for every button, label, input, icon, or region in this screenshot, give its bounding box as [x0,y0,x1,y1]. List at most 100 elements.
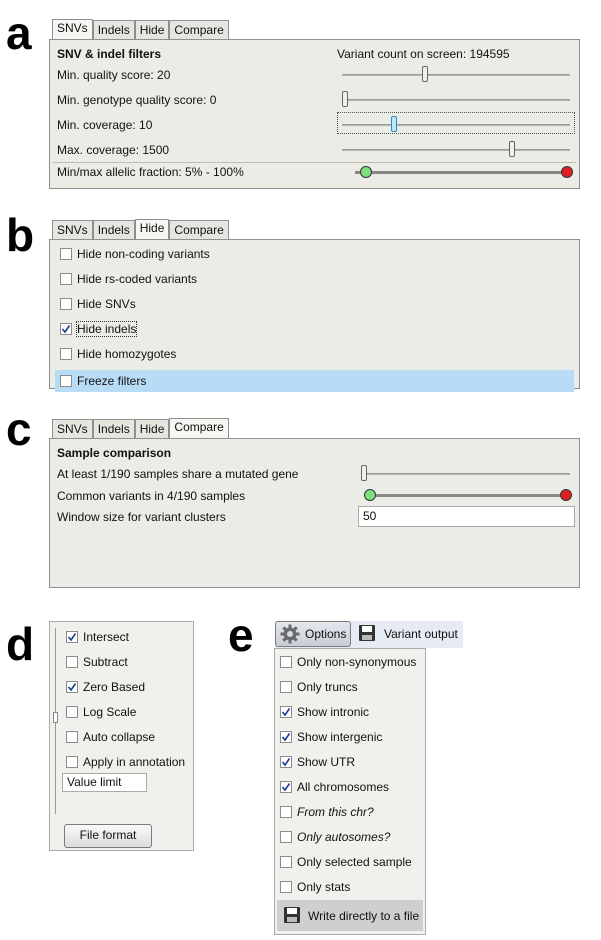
option-label: Only autosomes? [297,830,391,844]
option-checkbox[interactable] [60,348,72,360]
snv-indel-filters-heading: SNV & indel filters [57,47,162,61]
option-label: Intersect [83,630,130,644]
min-coverage-slider-thumb[interactable] [390,116,397,132]
option-label: Only stats [297,880,351,894]
allelic-fraction-min-handle[interactable] [359,166,372,178]
option-checkbox[interactable] [280,731,292,743]
option-checkbox[interactable] [60,298,72,310]
tab-hide[interactable]: Hide [134,20,170,39]
option-checkbox[interactable] [280,856,292,868]
gear-icon [280,624,300,644]
window-size-input[interactable]: 50 [358,506,575,527]
max-coverage-slider-thumb[interactable] [508,141,515,157]
tab-snvs[interactable]: SNVs [52,19,93,39]
allelic-fraction-label: Min/max allelic fraction: 5% - 100% [57,165,244,179]
min-coverage-label: Min. coverage: 10 [57,118,153,132]
panel-letter-d: d [6,618,35,670]
min-genotype-quality-slider-thumb[interactable] [342,91,348,107]
option-label: Hide rs-coded variants [77,272,198,286]
option-checkbox[interactable] [280,806,292,818]
shared-gene-slider-track[interactable] [362,473,570,475]
options-button-label: Options [305,627,347,641]
divider [53,162,576,163]
check-mark-icon [61,325,71,334]
option-label: Zero Based [83,680,146,694]
panel-a-tabbar: SNVs Indels Hide Compare [52,19,229,39]
tab-compare[interactable]: Compare [169,220,229,239]
tab-indels[interactable]: Indels [92,220,135,239]
option-checkbox[interactable] [60,273,72,285]
tab-hide[interactable]: Hide [134,219,170,239]
panel-letter-a: a [6,7,32,59]
option-checkbox[interactable] [66,656,78,668]
sample-comparison-heading: Sample comparison [57,446,172,460]
option-label: From this chr? [297,805,374,819]
option-label: Freeze filters [77,374,147,388]
option-checkbox[interactable] [66,681,78,693]
tab-compare[interactable]: Compare [169,418,229,438]
option-checkbox[interactable] [60,323,72,335]
write-file-label: Write directly to a file [308,909,420,923]
min-quality-slider-thumb[interactable] [421,66,428,82]
option-checkbox[interactable] [66,706,78,718]
option-label: Hide SNVs [77,297,136,311]
option-label: All chromosomes [297,780,390,794]
check-mark-icon [281,708,291,717]
option-checkbox[interactable] [66,756,78,768]
option-row[interactable]: Freeze filters [55,370,574,392]
scroll-handle[interactable] [53,712,58,723]
option-checkbox[interactable] [280,831,292,843]
common-variants-min-handle[interactable] [364,489,376,501]
option-label: Hide indels [75,321,138,337]
option-checkbox[interactable] [280,706,292,718]
min-coverage-focus-outline [337,112,575,134]
tab-compare[interactable]: Compare [169,20,229,39]
min-quality-slider-track[interactable] [342,74,570,76]
check-mark-icon [281,758,291,767]
check-mark-icon [281,733,291,742]
options-dropdown-menu: Only non-synonymous Only truncs Show intro… [274,648,426,935]
option-label: Show intergenic [297,730,383,744]
variant-output-label: Variant output [384,627,458,641]
max-coverage-slider-track[interactable] [342,149,570,151]
min-quality-score-label: Min. quality score: 20 [57,68,171,82]
option-label: Apply in annotation [83,755,186,769]
tab-snvs[interactable]: SNVs [52,220,93,239]
panel-c-body: Sample comparison At least 1/190 samples… [49,438,580,588]
file-format-button[interactable]: File format [64,824,152,848]
panel-a-body: SNV & indel filters Variant count on scr… [49,39,580,189]
variant-count-label: Variant count on screen: 194595 [337,47,510,61]
check-mark-icon [67,633,77,642]
option-checkbox[interactable] [280,881,292,893]
option-checkbox[interactable] [280,681,292,693]
max-coverage-label: Max. coverage: 1500 [57,143,170,157]
allelic-fraction-range-track[interactable] [355,171,567,174]
options-button[interactable]: Options [275,621,351,647]
tab-snvs[interactable]: SNVs [52,419,93,438]
common-variants-max-handle[interactable] [560,489,572,501]
min-coverage-slider-track[interactable] [342,124,570,126]
option-label: Hide homozygotes [77,347,177,361]
option-checkbox[interactable] [280,756,292,768]
common-variants-range-track[interactable] [370,494,566,497]
option-checkbox[interactable] [60,248,72,260]
min-genotype-quality-slider-track[interactable] [342,99,570,101]
option-checkbox[interactable] [280,656,292,668]
tab-hide[interactable]: Hide [134,419,170,438]
tab-indels[interactable]: Indels [92,419,135,438]
common-variants-label: Common variants in 4/190 samples [57,489,246,503]
option-checkbox[interactable] [280,781,292,793]
tab-indels[interactable]: Indels [92,20,135,39]
option-label: Subtract [83,655,128,669]
option-checkbox[interactable] [66,631,78,643]
value-limit-input[interactable]: Value limit [62,773,147,792]
option-checkbox[interactable] [66,731,78,743]
write-file-menu-item[interactable]: Write directly to a file [277,900,423,931]
shared-gene-slider-thumb[interactable] [361,465,367,481]
option-checkbox[interactable] [60,375,72,387]
window-size-label: Window size for variant clusters [57,510,226,524]
panel-d-body: Intersect Subtract Zero Based Log Scale Auto… [49,621,194,851]
variant-output-button[interactable]: Variant output [356,622,462,646]
check-mark-icon [281,783,291,792]
allelic-fraction-max-handle[interactable] [561,166,573,178]
